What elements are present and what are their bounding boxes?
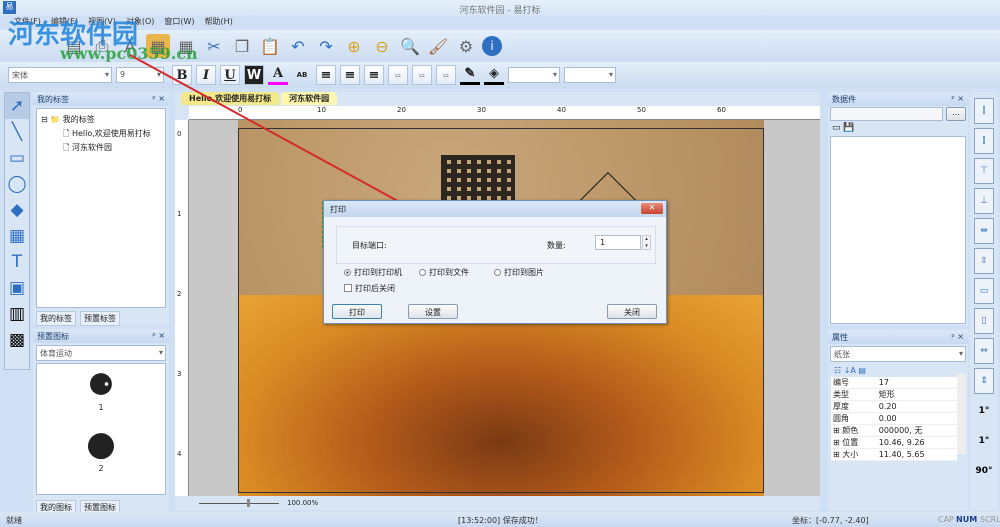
align-right-tool-icon[interactable]: ⫿ — [974, 128, 994, 154]
property-sort-icons[interactable]: ☷ ↓A ▤ — [828, 364, 968, 377]
panel-title: 属性 — [832, 333, 848, 342]
print-button[interactable]: 打印 — [332, 304, 382, 319]
close-after-checkbox[interactable]: 打印后关闭 — [344, 283, 395, 294]
v-spacing-icon[interactable]: ⇕ — [974, 368, 994, 394]
property-scrollbar[interactable] — [957, 374, 966, 454]
object-select[interactable]: 纸张 — [830, 346, 966, 362]
browse-button[interactable]: ... — [946, 107, 966, 121]
align-top-tool-icon[interactable]: ⊤ — [974, 158, 994, 184]
radio-image[interactable]: 打印到图片 — [494, 267, 544, 278]
panel-title: 数据件 — [832, 95, 856, 104]
align-bottom-tool-icon[interactable]: ⊥ — [974, 188, 994, 214]
quantity-spinner[interactable]: ▴ ▾ — [642, 235, 651, 250]
data-panel: 数据件 ᵖ × ... ▭ 💾 — [828, 92, 968, 326]
panel-close-icon[interactable]: ᵖ × — [951, 332, 964, 342]
print-dialog: 打印 ✕ 目标端口: 数量: 1 ▴ ▾ 打印到打印机 打印到文件 打印到图片 打… — [323, 200, 667, 324]
center-h-tool-icon[interactable]: ⇹ — [974, 218, 994, 244]
radio-file[interactable]: 打印到文件 — [419, 267, 469, 278]
table-row[interactable]: ⊞ 颜色 000000, 无 — [831, 424, 957, 437]
data-grid[interactable] — [830, 136, 966, 324]
close-button[interactable]: 关闭 — [607, 304, 657, 319]
panel-close-icon[interactable]: ᵖ × — [951, 94, 964, 104]
table-row[interactable]: 圆角 0.00 — [831, 412, 957, 425]
same-height-icon[interactable]: ▯ — [974, 308, 994, 334]
same-width-icon[interactable]: ▭ — [974, 278, 994, 304]
table-row[interactable]: 厚度 0.20 — [831, 400, 957, 413]
align-tools: ⫿ ⫿ ⊤ ⊥ ⇹ ⇳ ▭ ▯ ⇔ ⇕ 1° 1° 90° — [970, 92, 998, 510]
rotate-right-1-icon[interactable]: 1° — [974, 428, 994, 454]
rotate-90-icon[interactable]: 90° — [974, 458, 994, 484]
target-port-label: 目标端口: — [352, 241, 387, 250]
dialog-title: 打印 — [324, 201, 666, 217]
status-bar: 就绪 [13:52:00] 保存成功！ 坐标：[-0.77, -2.40] CA… — [0, 512, 1000, 527]
quantity-input[interactable]: 1 — [595, 235, 641, 250]
properties-panel: 属性 ᵖ × 纸张 ☷ ↓A ▤ 编号17 类型矩形 厚度0.20 圆角0.00 … — [828, 330, 968, 510]
table-row[interactable]: ⊞ 位置 10.46, 9.26 — [831, 436, 957, 449]
table-row[interactable]: ⊞ 大小 11.40, 5.65 — [831, 448, 957, 461]
status-cap: CAP — [938, 515, 954, 524]
status-scrl: SCRL — [980, 515, 1000, 524]
data-source-input[interactable] — [830, 107, 943, 121]
status-num: NUM — [956, 515, 978, 524]
radio-printer[interactable]: 打印到打印机 — [344, 267, 402, 278]
setup-button[interactable]: 设置 — [408, 304, 458, 319]
dialog-close-button[interactable]: ✕ — [641, 203, 663, 214]
property-grid: 编号 17 类型 矩形 厚度 0.20 圆角 0.00 ⊞ 颜色 000000, 无 ⊞ … — [831, 377, 957, 461]
center-v-tool-icon[interactable]: ⇳ — [974, 248, 994, 274]
status-ready: 就绪 — [6, 516, 22, 525]
data-toolbar-icons[interactable]: ▭ 💾 — [832, 123, 855, 133]
status-message: [13:52:00] 保存成功！ — [458, 516, 543, 525]
status-coord: 坐标：[-0.77, -2.40] — [792, 516, 869, 525]
table-row[interactable]: 编号 17 — [831, 377, 957, 389]
table-row[interactable]: 类型 矩形 — [831, 388, 957, 401]
h-spacing-icon[interactable]: ⇔ — [974, 338, 994, 364]
quantity-label: 数量: — [547, 241, 566, 250]
align-left-tool-icon[interactable]: ⫿ — [974, 98, 994, 124]
rotate-left-1-icon[interactable]: 1° — [974, 398, 994, 424]
